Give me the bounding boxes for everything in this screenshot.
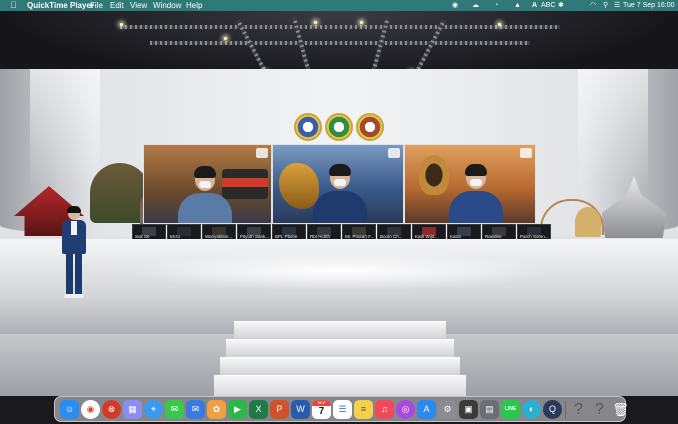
calendar-icon[interactable]: SEP 7 — [312, 400, 331, 419]
train-background — [222, 169, 268, 199]
host-shirt — [71, 221, 77, 235]
video-frame[interactable]: Suk Se Mr.to Wanyaklam... Pityuth Sank... BP… — [0, 11, 678, 396]
notes-icon[interactable]: ≡ — [354, 400, 373, 419]
facetime-icon[interactable]: ▶ — [228, 400, 247, 419]
truss — [120, 25, 560, 29]
light-beam — [30, 69, 100, 189]
excel-icon[interactable]: X — [249, 400, 268, 419]
presenter-figure — [449, 191, 503, 223]
control-center-icon[interactable]: ☰ — [614, 0, 620, 11]
stage-light — [498, 23, 501, 26]
spotlight-search-icon[interactable]: ⚲ — [603, 0, 608, 11]
chrome-icon[interactable]: ◉ — [81, 400, 100, 419]
calendar-day: 7 — [318, 406, 325, 417]
powerpoint-icon[interactable]: P — [270, 400, 289, 419]
dock: ☺ ◉ ⊗ ▦ ⌖ ✉ ✉ ✿ ▶ X P W SEP 7 ☰ ≡ ♫ ◎ A ⚙ ▣ ▤ LINE ◐ Q?? 🗑 — [54, 396, 629, 422]
floor-reflection — [120, 251, 560, 291]
presenter-video-tile — [404, 144, 536, 224]
badge-icon — [256, 148, 268, 158]
presenter-hair — [329, 164, 351, 176]
quicktime-icon[interactable]: Q — [543, 400, 562, 419]
trash-icon[interactable]: 🗑 — [611, 400, 630, 419]
step — [226, 339, 454, 358]
help-icon[interactable]: ? — [569, 400, 588, 419]
status-record-icon[interactable]: ◉ — [452, 0, 458, 11]
podcasts-icon[interactable]: ◎ — [396, 400, 415, 419]
app-store-icon[interactable]: A — [417, 400, 436, 419]
stage-light — [314, 21, 317, 24]
help-icon-2[interactable]: ? — [590, 400, 609, 419]
finder-icon[interactable]: ☺ — [60, 400, 79, 419]
reminders-icon[interactable]: ☰ — [333, 400, 352, 419]
system-preferences-icon[interactable]: ⚙ — [438, 400, 457, 419]
host-hair — [67, 206, 81, 213]
host-shoes — [64, 294, 84, 298]
input-source-letter[interactable]: A — [532, 0, 537, 11]
word-icon[interactable]: W — [291, 400, 310, 419]
organizer-logo — [356, 113, 384, 141]
truss — [150, 41, 530, 45]
status-cloud-icon[interactable]: ☁ — [472, 0, 479, 11]
stage-light — [120, 23, 123, 26]
organizer-logo — [325, 113, 353, 141]
messages-icon[interactable]: ✉ — [165, 400, 184, 419]
stage-steps — [214, 321, 466, 396]
input-source-label[interactable]: ABC — [541, 0, 555, 11]
screen-recorder-icon[interactable]: ⊗ — [102, 400, 121, 419]
photos-icon[interactable]: ✿ — [207, 400, 226, 419]
step — [214, 375, 466, 396]
face-mask — [199, 181, 211, 188]
wifi-icon[interactable]: ◠ — [590, 0, 596, 11]
media-player-icon[interactable]: ▣ — [459, 400, 478, 419]
presenter-hair — [194, 166, 216, 178]
browser-icon[interactable]: ◐ — [522, 400, 541, 419]
stage-light — [360, 21, 363, 24]
dragon-background — [279, 163, 319, 209]
organizer-logo — [294, 113, 322, 141]
step — [234, 321, 446, 340]
bluetooth-icon[interactable]: ✱ — [558, 0, 564, 11]
menu-view[interactable]: View — [130, 0, 147, 11]
status-app-icon[interactable]: ▲ — [514, 0, 521, 11]
badge-icon — [520, 148, 532, 158]
host-legs — [66, 253, 82, 295]
line-icon[interactable]: LINE — [501, 400, 520, 419]
face-mask — [334, 179, 346, 186]
light-beam — [578, 69, 648, 189]
step — [220, 357, 460, 376]
presenter-figure — [178, 193, 232, 223]
stage-light — [224, 37, 227, 40]
preview-icon[interactable]: ▤ — [480, 400, 499, 419]
menu-window[interactable]: Window — [153, 0, 181, 11]
menu-bar:  QuickTime Player File Edit View Window… — [0, 0, 678, 11]
safari-icon[interactable]: ⌖ — [144, 400, 163, 419]
launchpad-icon[interactable]: ▦ — [123, 400, 142, 419]
apple-icon[interactable]:  — [10, 0, 17, 11]
app-name-menu[interactable]: QuickTime Player — [27, 0, 94, 11]
mail-icon[interactable]: ✉ — [186, 400, 205, 419]
presenter-video-tile — [143, 144, 272, 224]
menu-file[interactable]: File — [90, 0, 103, 11]
music-icon[interactable]: ♫ — [375, 400, 394, 419]
host-presenter — [60, 206, 88, 301]
presenter-video-tile — [272, 144, 404, 224]
dome-decoration — [575, 207, 601, 237]
badge-icon — [388, 148, 400, 158]
status-sync-icon[interactable]: ◔ — [494, 0, 498, 11]
dock-separator — [565, 401, 566, 419]
menu-edit[interactable]: Edit — [110, 0, 124, 11]
face-mask — [470, 179, 482, 186]
puppet-background — [419, 155, 449, 195]
menu-clock[interactable]: Tue 7 Sep 16:00 — [623, 0, 675, 11]
presenter-figure — [313, 191, 367, 223]
menu-help[interactable]: Help — [186, 0, 202, 11]
presenter-hair — [465, 164, 487, 176]
